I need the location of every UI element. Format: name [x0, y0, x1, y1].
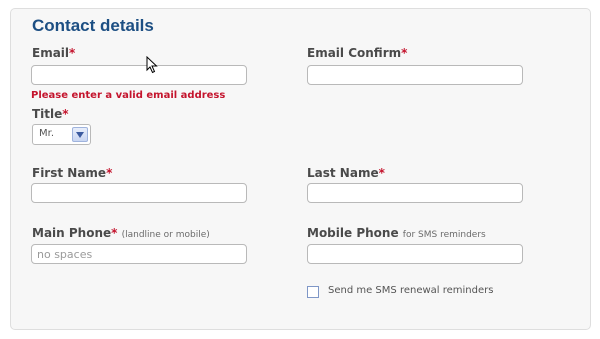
mouse-pointer-icon	[146, 55, 158, 78]
first-name-label-text: First Name	[32, 166, 107, 180]
section-title: Contact details	[32, 16, 154, 35]
mobile-phone-label-text: Mobile Phone	[307, 226, 399, 240]
sms-reminders-checkbox[interactable]	[307, 286, 319, 298]
mobile-phone-hint: for SMS reminders	[402, 230, 486, 240]
title-select-value: Mr.	[39, 128, 54, 139]
required-mark: *	[106, 166, 113, 180]
main-phone-label: Main Phone* (landline or mobile)	[32, 226, 210, 240]
email-confirm-label-text: Email Confirm	[307, 46, 402, 60]
required-mark: *	[111, 226, 118, 240]
email-label-text: Email	[32, 46, 70, 60]
last-name-label-text: Last Name	[307, 166, 379, 180]
required-mark: *	[378, 166, 385, 180]
email-label: Email*	[32, 46, 75, 60]
chevron-down-icon[interactable]	[72, 127, 88, 142]
required-mark: *	[401, 46, 408, 60]
first-name-label: First Name*	[32, 166, 112, 180]
sms-reminders-label[interactable]: Send me SMS renewal reminders	[328, 285, 493, 296]
last-name-input[interactable]	[307, 183, 523, 203]
mobile-phone-label: Mobile Phone for SMS reminders	[307, 226, 486, 240]
last-name-label: Last Name*	[307, 166, 385, 180]
email-error-message: Please enter a valid email address	[31, 90, 226, 101]
title-label: Title*	[32, 107, 69, 121]
email-confirm-label: Email Confirm*	[307, 46, 407, 60]
main-phone-hint: (landline or mobile)	[121, 230, 210, 240]
main-phone-input[interactable]	[31, 244, 247, 264]
first-name-input[interactable]	[31, 183, 247, 203]
mobile-phone-input[interactable]	[307, 244, 523, 264]
email-confirm-input[interactable]	[307, 65, 523, 85]
email-input[interactable]	[31, 65, 247, 85]
title-label-text: Title	[32, 107, 63, 121]
title-select[interactable]: Mr.	[32, 124, 91, 145]
required-mark: *	[62, 107, 69, 121]
required-mark: *	[69, 46, 76, 60]
main-phone-label-text: Main Phone	[32, 226, 112, 240]
